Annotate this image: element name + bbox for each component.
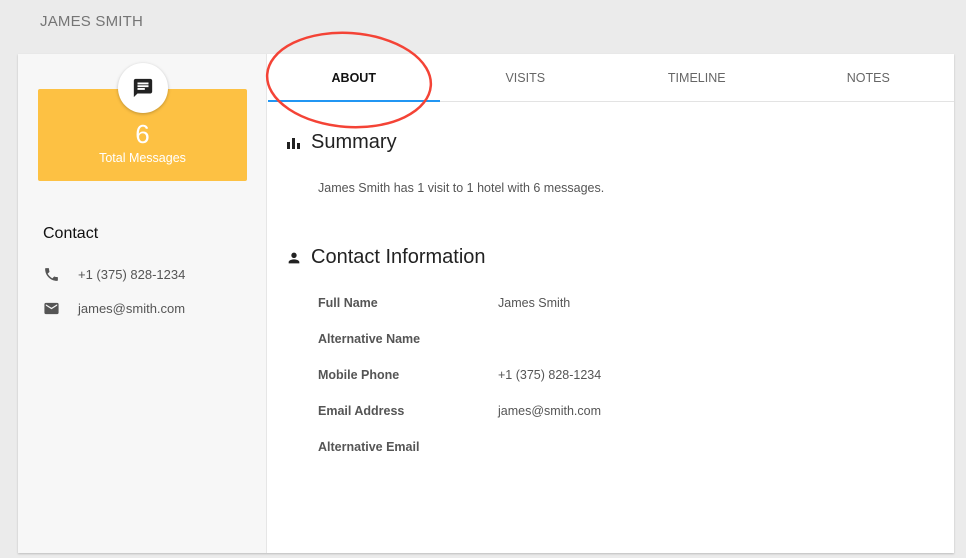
contact-heading: Contact bbox=[43, 225, 99, 242]
profile-card: 6 Total Messages Contact +1 (375) 828-12… bbox=[18, 54, 954, 553]
bar-chart-icon bbox=[287, 137, 300, 149]
summary-heading: Summary bbox=[286, 131, 397, 154]
field-value: +1 (375) 828-1234 bbox=[498, 368, 602, 382]
field-label: Mobile Phone bbox=[318, 368, 400, 382]
tab-bar: ABOUT VISITS TIMELINE NOTES bbox=[268, 54, 954, 102]
message-icon bbox=[118, 63, 168, 113]
field-email-address: Email Address james@smith.com bbox=[318, 404, 601, 418]
tab-about[interactable]: ABOUT bbox=[268, 54, 440, 102]
field-label: Alternative Name bbox=[318, 332, 421, 346]
contact-phone: +1 (375) 828-1234 bbox=[43, 266, 185, 283]
page-title: JAMES SMITH bbox=[40, 13, 144, 30]
sidebar: 6 Total Messages Contact +1 (375) 828-12… bbox=[18, 54, 267, 553]
field-label: Email Address bbox=[318, 404, 405, 418]
contact-info-heading: Contact Information bbox=[286, 246, 486, 269]
email-icon bbox=[44, 302, 59, 315]
total-messages-count: 6 bbox=[135, 119, 150, 149]
contact-email-text: james@smith.com bbox=[78, 301, 186, 316]
summary-text: James Smith has 1 visit to 1 hotel with … bbox=[318, 181, 605, 195]
tab-notes[interactable]: NOTES bbox=[783, 54, 955, 101]
field-mobile-phone: Mobile Phone +1 (375) 828-1234 bbox=[318, 368, 601, 382]
field-label: Full Name bbox=[318, 296, 378, 310]
field-value: James Smith bbox=[498, 296, 571, 310]
contact-phone-text: +1 (375) 828-1234 bbox=[78, 267, 186, 282]
contact-info-heading-text: Contact Information bbox=[311, 246, 486, 268]
field-label: Alternative Email bbox=[318, 440, 420, 454]
summary-heading-text: Summary bbox=[311, 131, 397, 153]
field-alternative-name: Alternative Name bbox=[318, 332, 498, 346]
total-messages-label: Total Messages bbox=[99, 151, 186, 165]
phone-icon bbox=[45, 268, 58, 281]
field-alternative-email: Alternative Email bbox=[318, 440, 498, 454]
tab-timeline[interactable]: TIMELINE bbox=[611, 54, 783, 101]
field-value: james@smith.com bbox=[498, 404, 601, 418]
person-icon bbox=[288, 252, 300, 263]
field-full-name: Full Name James Smith bbox=[318, 296, 570, 310]
contact-email: james@smith.com bbox=[43, 300, 185, 317]
tab-visits[interactable]: VISITS bbox=[440, 54, 612, 101]
